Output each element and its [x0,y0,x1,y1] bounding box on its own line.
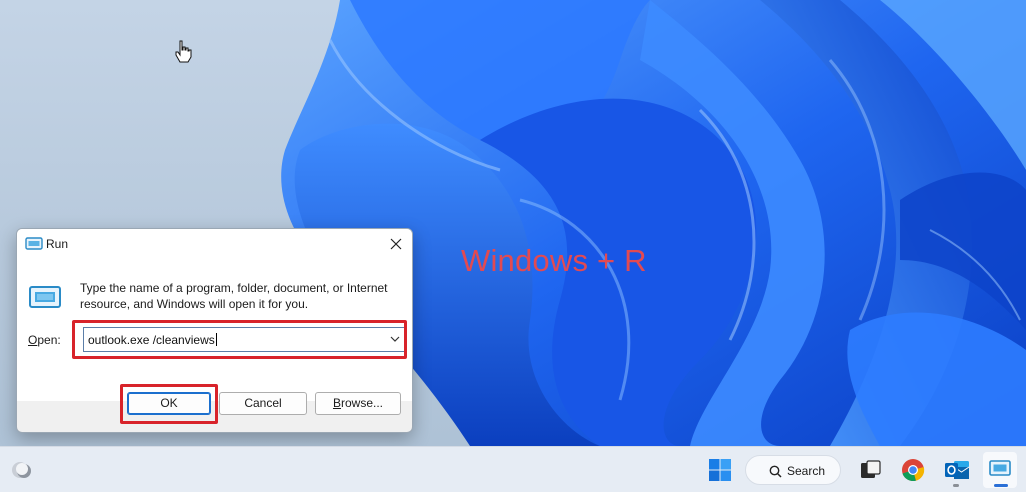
close-button[interactable] [380,229,412,259]
chrome-taskbar-button[interactable] [898,455,928,485]
run-dialog: Run Type the name of a program, folder, … [16,228,413,433]
chevron-down-icon[interactable] [390,335,400,343]
browse-accesskey: B [332,396,341,410]
cancel-button[interactable]: Cancel [219,392,307,415]
taskbar-search[interactable]: Search [745,455,841,485]
taskbar: Search [0,446,1026,492]
open-label-rest: pen: [37,333,61,347]
run-icon [989,460,1011,476]
run-app-icon [25,237,43,250]
run-large-icon [29,286,61,308]
browse-label-rest: rowse... [341,396,384,410]
dialog-title: Run [46,237,69,251]
open-combobox[interactable]: outlook.exe /cleanviews [83,327,405,352]
close-icon [390,238,402,250]
weather-icon[interactable] [10,459,34,481]
run-taskbar-button[interactable] [983,452,1017,488]
shortcut-annotation: Windows + R [461,243,647,278]
task-view-button[interactable] [855,455,885,485]
dialog-description: Type the name of a program, folder, docu… [80,281,388,311]
chrome-icon [902,459,925,482]
ok-button[interactable]: OK [127,392,211,415]
dialog-body: Type the name of a program, folder, docu… [17,259,412,401]
outlook-taskbar-button[interactable] [942,455,972,485]
task-view-icon [861,460,881,478]
open-input-text: outlook.exe /cleanviews [88,333,215,347]
search-label: Search [787,464,826,478]
open-input-value[interactable]: outlook.exe /cleanviews [88,333,217,347]
start-button[interactable] [705,455,735,485]
outlook-icon [945,461,970,479]
search-icon [769,465,782,478]
dialog-titlebar[interactable]: Run [17,229,412,259]
browse-button[interactable]: Browse... [315,392,401,415]
windows-start-icon [709,459,731,481]
open-label-accesskey: O [28,333,38,347]
open-label: Open: [28,333,61,347]
text-caret [215,333,217,346]
hand-cursor-icon [175,40,192,63]
run-active-indicator [994,484,1008,487]
outlook-running-indicator [953,484,959,487]
